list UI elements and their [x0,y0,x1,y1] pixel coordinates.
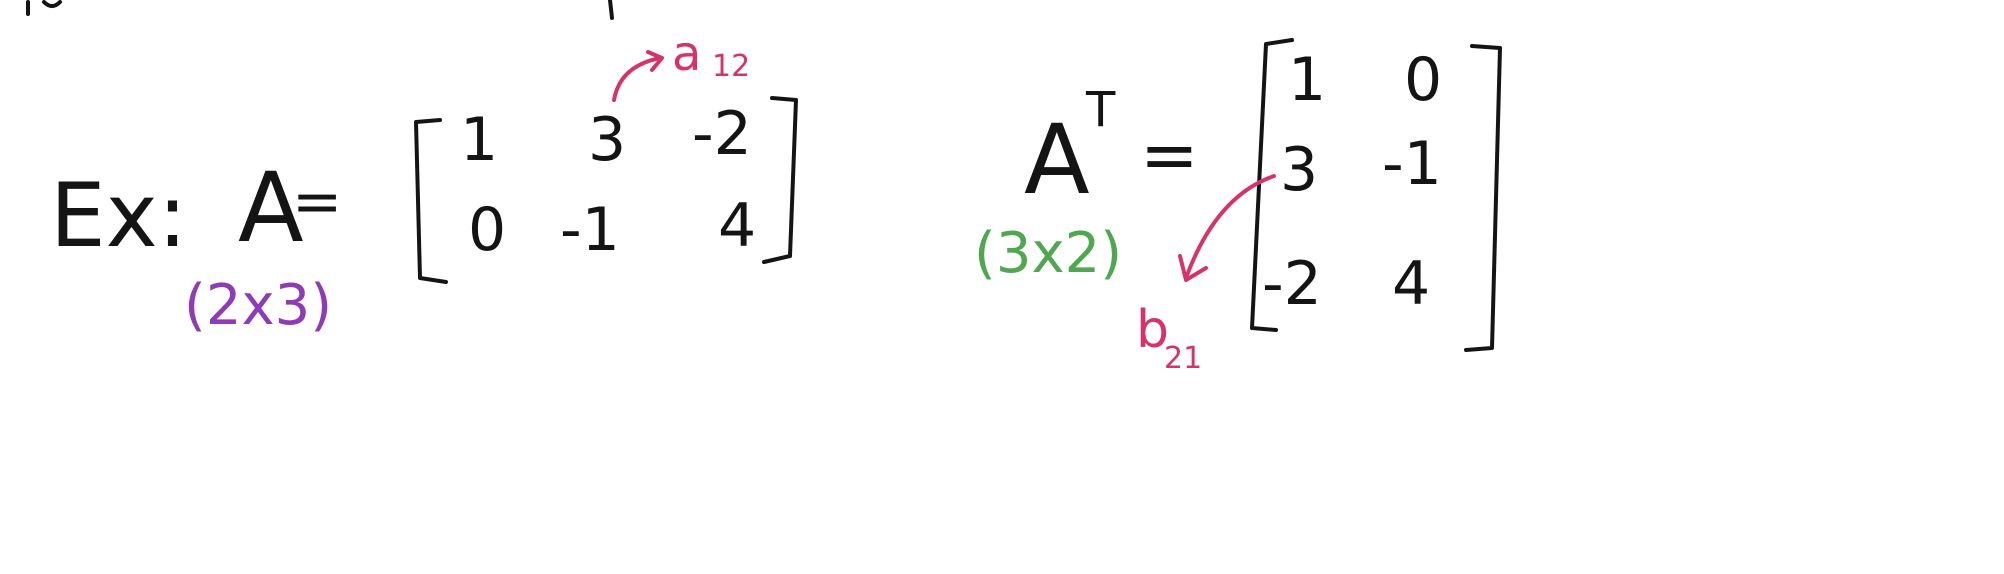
whiteboard: Ex: A = (2x3) 1 3 -2 0 -1 4 a 12 A T = (… [0,0,2004,574]
top-partial-stroke [608,0,614,20]
arrow-to-a12-icon [612,56,662,102]
matrix-at-right-bracket [1464,44,1502,352]
top-partial-stroke [42,0,62,8]
ink-strokes [26,0,1502,352]
arrow-to-b21-icon [1184,174,1276,280]
matrix-a-left-bracket [414,118,448,284]
matrix-a-right-bracket [762,96,798,264]
